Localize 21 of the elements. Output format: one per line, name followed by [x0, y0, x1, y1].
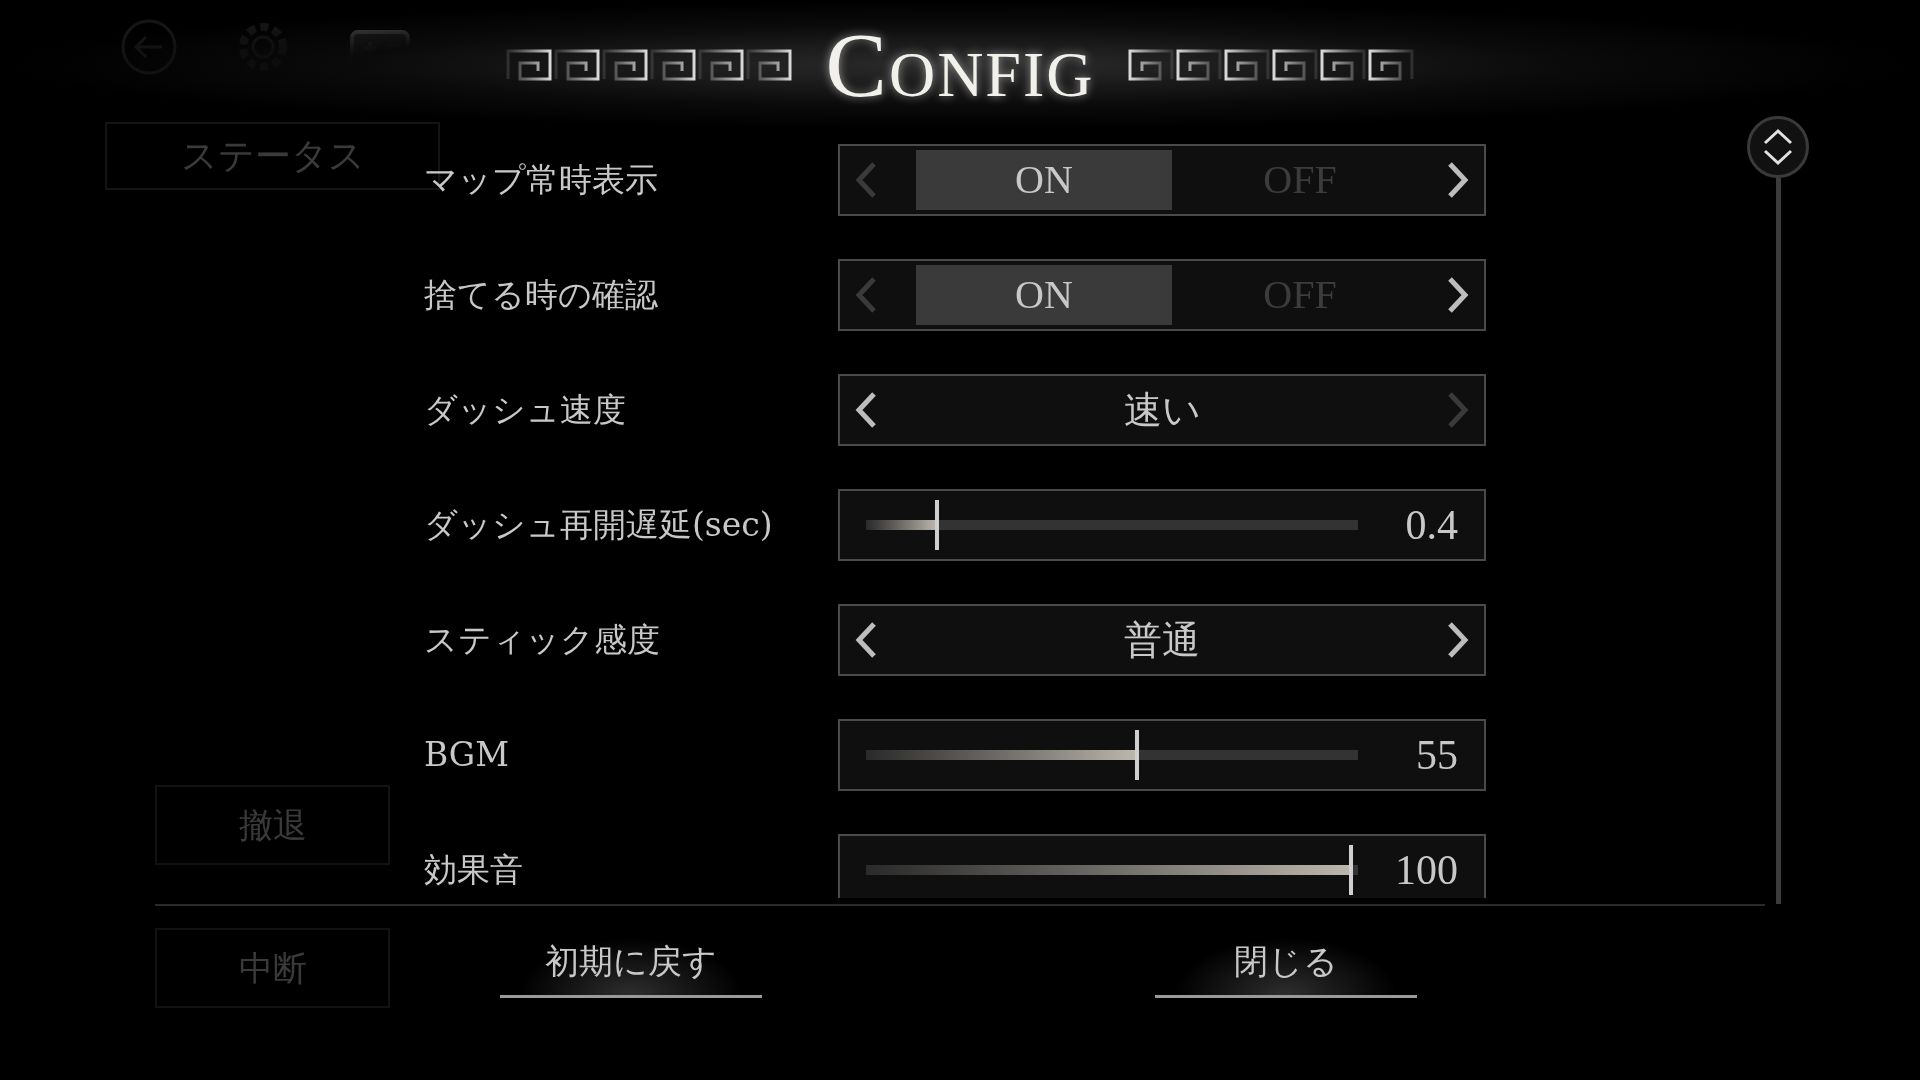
option-tab[interactable]: ON [916, 265, 1172, 325]
slider-reading: 100 [1394, 845, 1458, 895]
setting-label: 効果音 [424, 849, 524, 892]
option-tab[interactable]: ON [916, 150, 1172, 210]
slider-reading: 0.4 [1404, 500, 1458, 550]
up-down-icon [1761, 127, 1795, 167]
slider-thumb[interactable] [1348, 845, 1353, 895]
slider-thumb[interactable] [935, 500, 940, 550]
setting-label: 捨てる時の確認 [424, 274, 659, 317]
select-value: 普通 [1123, 616, 1201, 664]
slider-reading: 55 [1415, 730, 1458, 780]
window-title: CONFIG [825, 19, 1095, 111]
select-value: 速い [1122, 386, 1202, 434]
setting-label: スティック感度 [424, 619, 661, 662]
setting-label: BGM [424, 734, 510, 777]
slider-track[interactable] [866, 730, 1358, 780]
setting-label: ダッシュ再開遅延(sec) [424, 504, 774, 547]
slider-track[interactable] [866, 500, 1358, 550]
slider-thumb[interactable] [1134, 730, 1139, 780]
slider-track[interactable] [866, 845, 1358, 895]
setting-label: ダッシュ速度 [424, 389, 627, 432]
